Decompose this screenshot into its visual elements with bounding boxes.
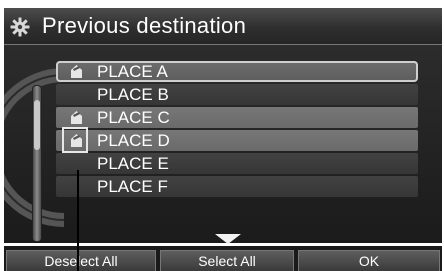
scroll-down-icon[interactable]	[213, 233, 243, 245]
list-item-place-b[interactable]: PLACE B	[56, 84, 418, 105]
deselect-all-button[interactable]: Deselect All	[6, 250, 156, 271]
checked-mark-icon	[71, 111, 82, 124]
list-item-place-c[interactable]: PLACE C	[56, 107, 418, 128]
list-panel: PLACE A PLACE B PLACE C PLACE D PLACE E …	[4, 45, 442, 243]
checked-mark-icon	[71, 134, 82, 147]
list-item-place-f[interactable]: PLACE F	[56, 176, 418, 197]
checked-mark-icon	[71, 65, 82, 78]
gear-icon	[10, 17, 30, 37]
list-item-label: PLACE D	[97, 131, 170, 150]
callout-line	[77, 170, 79, 271]
list-item-label: PLACE C	[97, 108, 170, 127]
screen: Previous destination PLACE A PLACE B PLA…	[0, 0, 444, 271]
scrollbar-thumb[interactable]	[34, 100, 40, 150]
scrollbar[interactable]	[32, 85, 42, 242]
ok-button[interactable]: OK	[298, 250, 440, 271]
page-title: Previous destination	[42, 13, 247, 38]
title-bar: Previous destination	[4, 8, 442, 45]
list-item-label: PLACE E	[97, 154, 169, 173]
list-item-place-e[interactable]: PLACE E	[56, 153, 418, 174]
list-item-label: PLACE F	[97, 177, 168, 196]
list-item-label: PLACE B	[97, 85, 169, 104]
bottom-toolbar: Deselect All Select All OK	[4, 246, 442, 271]
list-item-place-d[interactable]: PLACE D	[56, 127, 418, 153]
list-item-place-a[interactable]: PLACE A	[56, 61, 418, 82]
select-all-button[interactable]: Select All	[160, 250, 294, 271]
list-item-label: PLACE A	[97, 62, 168, 81]
